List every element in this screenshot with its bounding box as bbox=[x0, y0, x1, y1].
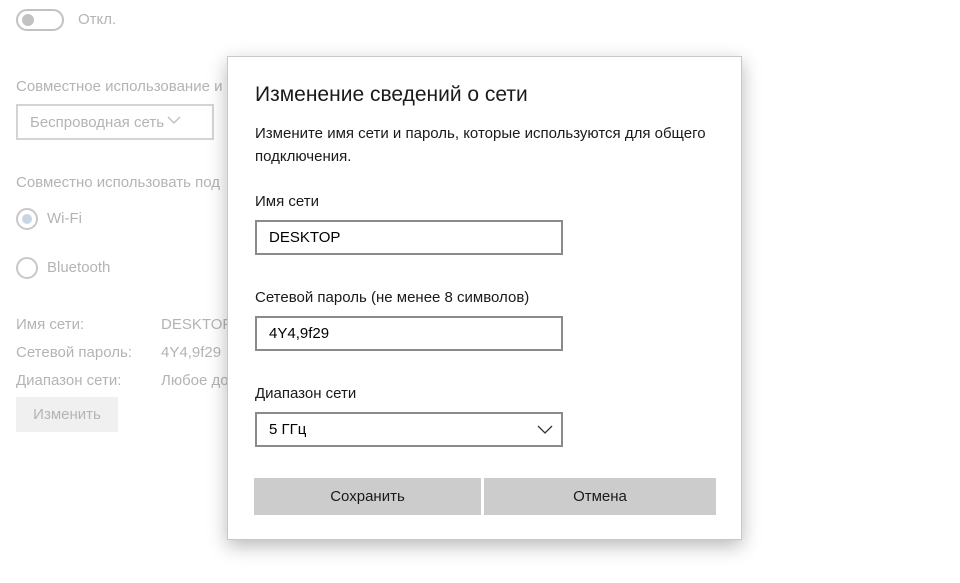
sharing-toggle[interactable] bbox=[16, 9, 64, 31]
share-over-label: Совместно использовать под bbox=[16, 174, 220, 191]
network-name-info-label: Имя сети: bbox=[16, 316, 85, 333]
chevron-down-icon bbox=[537, 425, 553, 434]
radio-wifi-label: Wi-Fi bbox=[47, 210, 82, 227]
share-from-select-value: Беспроводная сеть bbox=[30, 114, 165, 131]
chevron-down-icon bbox=[167, 116, 181, 125]
band-select[interactable]: 5 ГГц bbox=[255, 412, 563, 447]
radio-bluetooth-label: Bluetooth bbox=[47, 259, 111, 276]
network-name-info-value: DESKTOP bbox=[161, 316, 227, 333]
password-info-label: Сетевой пароль: bbox=[16, 344, 132, 361]
network-name-input[interactable] bbox=[257, 222, 561, 253]
password-label: Сетевой пароль (не менее 8 символов) bbox=[255, 289, 530, 306]
toggle-knob bbox=[22, 14, 34, 26]
dialog-description: Измените имя сети и пароль, которые испо… bbox=[255, 125, 706, 165]
password-input[interactable] bbox=[257, 318, 561, 349]
band-info-value: Любое до bbox=[161, 372, 227, 389]
share-from-select[interactable]: Беспроводная сеть bbox=[16, 104, 214, 140]
dialog-title: Изменение сведений о сети bbox=[255, 83, 528, 106]
network-name-label: Имя сети bbox=[255, 193, 319, 210]
share-from-label: Совместное использование и bbox=[16, 78, 223, 95]
password-info-value: 4Y4,9f29 bbox=[161, 344, 222, 361]
radio-bluetooth[interactable] bbox=[16, 257, 38, 279]
band-info-label: Диапазон сети: bbox=[16, 372, 122, 389]
save-button[interactable]: Сохранить bbox=[254, 478, 481, 515]
toggle-state-label: Откл. bbox=[78, 11, 117, 28]
band-select-value: 5 ГГц bbox=[269, 421, 307, 438]
edit-network-dialog: Изменение сведений о сети Измените имя с… bbox=[227, 56, 742, 540]
cancel-button[interactable]: Отмена bbox=[484, 478, 716, 515]
edit-button[interactable]: Изменить bbox=[16, 397, 118, 432]
network-name-field-box bbox=[255, 220, 563, 255]
password-field-box bbox=[255, 316, 563, 351]
band-label: Диапазон сети bbox=[255, 385, 357, 402]
radio-wifi[interactable] bbox=[16, 208, 38, 230]
